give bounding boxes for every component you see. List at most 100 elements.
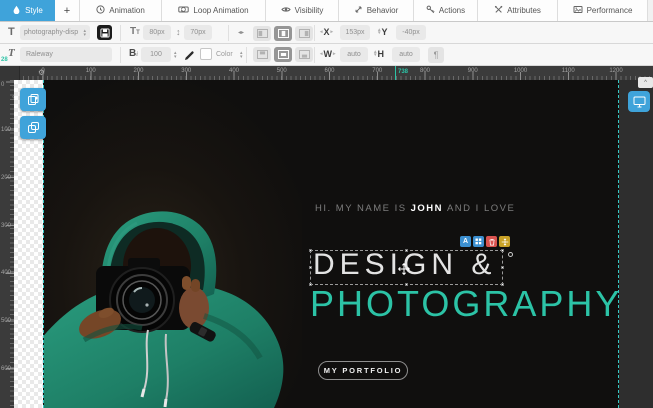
tab-label: Actions [439, 6, 465, 15]
width-field[interactable]: auto [340, 47, 368, 62]
resize-handle-nw[interactable] [309, 249, 312, 252]
preview-desktop-button[interactable] [628, 91, 650, 112]
text-style-toolbar: T photography-disp ▴▾ TT 80px ↕ 70px ◂▸ … [0, 22, 653, 44]
trash-icon [488, 238, 496, 246]
align-right-button[interactable] [295, 26, 313, 41]
hero-photo-photographer[interactable] [44, 80, 302, 408]
font-weight-icon: Bi [129, 48, 138, 59]
my-portfolio-button[interactable]: MY PORTFOLIO [318, 361, 408, 380]
tools-icon [494, 5, 503, 16]
design-stage: ‹ ^ [14, 80, 653, 408]
text-style-label: T [8, 26, 15, 38]
valign-top-icon [257, 50, 268, 59]
resize-handle-s[interactable] [405, 283, 408, 286]
delete-button[interactable] [486, 236, 497, 247]
font-weight-field[interactable]: 100 [141, 47, 171, 62]
align-center-icon [278, 29, 289, 38]
x-position-field[interactable]: 153px [340, 25, 370, 40]
font-toolbar: T Raleway Bi 100 ▴▾ Color ▴▾ ◂W▸ auto ▴▾… [0, 44, 653, 66]
select-stepper-icon: ▴▾ [83, 29, 86, 37]
website-page-canvas[interactable]: HI. MY NAME ISJOHNAND I LOVE A DESIGN & [43, 80, 619, 408]
tab-add[interactable]: + [55, 0, 80, 21]
font-size-icon: TT [130, 26, 140, 37]
pen-icon[interactable] [184, 48, 195, 66]
valign-top-button[interactable] [253, 47, 271, 62]
line-height-icon: ↕ [176, 27, 181, 37]
rotation-handle[interactable] [508, 252, 513, 257]
ruler-tick-label: 600 [324, 68, 334, 74]
align-left-icon [257, 29, 268, 38]
resize-handle-ne[interactable] [501, 249, 504, 252]
tab-attributes[interactable]: Attributes [478, 0, 558, 21]
resize-handle-se[interactable] [501, 283, 504, 286]
align-left-button[interactable] [253, 26, 271, 41]
line-height-field[interactable]: 70px [184, 25, 212, 40]
collapse-panel-arrow[interactable]: ‹ [12, 92, 15, 101]
tab-behavior[interactable]: Behavior [339, 0, 414, 21]
toolbar-divider [120, 47, 121, 63]
tab-label: Loop Animation [193, 6, 248, 15]
page-settings-gear-icon[interactable]: ⚙ [38, 67, 45, 79]
ink-drop-icon [12, 5, 21, 16]
ruler-tick-label: 300 [181, 68, 191, 74]
toolbar-divider [314, 25, 315, 41]
edit-text-button[interactable]: A [460, 236, 471, 247]
duplicate-button[interactable] [20, 116, 46, 139]
tab-bar-filler [648, 0, 653, 21]
key-icon [426, 5, 435, 16]
ruler-tick-label: 1000 [514, 68, 527, 74]
settings-button[interactable] [473, 236, 484, 247]
tab-loop-animation[interactable]: Loop Animation [162, 0, 266, 21]
toolbar-divider [246, 47, 247, 63]
horizontal-ruler[interactable]: 0 100 200 300 400 500 600 700 800 900 10… [20, 66, 653, 80]
ruler-position-marker [395, 66, 396, 80]
font-size-field[interactable]: 80px [143, 25, 171, 40]
ruler-tick-label: 900 [468, 68, 478, 74]
clock-icon [96, 5, 105, 16]
ruler-tick-label: 100 [86, 68, 96, 74]
ruler-tick-label: 800 [420, 68, 430, 74]
plus-icon: + [64, 5, 70, 17]
y-position-field[interactable]: -40px [396, 25, 426, 40]
toolbar-divider [228, 25, 229, 41]
tab-visibility[interactable]: Visibility [266, 0, 339, 21]
tab-label: Performance [587, 6, 633, 15]
color-swatch[interactable] [200, 48, 212, 60]
image-icon [573, 5, 583, 16]
ruler-tick-label: 300 [1, 223, 11, 229]
paragraph-toggle-button[interactable]: ¶ [428, 47, 444, 63]
diagonal-arrows-icon [354, 5, 363, 16]
heading-photography[interactable]: PHOTOGRAPHY [310, 283, 619, 325]
align-center-button[interactable] [274, 26, 292, 41]
ruler-corner [0, 66, 20, 80]
tab-label: Visibility [295, 6, 324, 15]
valign-middle-button[interactable] [274, 47, 292, 62]
tab-performance[interactable]: Performance [558, 0, 648, 21]
ruler-tick-label: 600 [1, 366, 11, 372]
y-position-label: ▴▾Y [378, 27, 388, 37]
tab-animation[interactable]: Animation [80, 0, 162, 21]
height-field[interactable]: auto [392, 47, 420, 62]
ruler-tick-label: 700 [372, 68, 382, 74]
weight-stepper[interactable]: ▴▾ [174, 51, 177, 59]
tab-actions[interactable]: Actions [414, 0, 478, 21]
add-element-button[interactable] [20, 88, 46, 111]
height-label: ▴▾H [374, 49, 384, 59]
resize-handle-sw[interactable] [309, 283, 312, 286]
tab-style[interactable]: Style [0, 0, 55, 21]
save-style-button[interactable] [97, 25, 112, 40]
hero-intro-text[interactable]: HI. MY NAME ISJOHNAND I LOVE [315, 203, 515, 214]
vertical-ruler[interactable]: 0 100 200 300 400 500 600 [0, 80, 14, 408]
valign-bottom-button[interactable] [295, 47, 313, 62]
loop-icon [178, 5, 189, 16]
resize-handle-e[interactable] [501, 266, 504, 269]
font-family-input[interactable]: Raleway [20, 47, 112, 62]
resize-handle-n[interactable] [405, 249, 408, 252]
collapse-ruler-button[interactable]: ^ [638, 77, 653, 88]
ruler-tick-label: 200 [133, 68, 143, 74]
drag-handle-button[interactable] [499, 236, 510, 247]
move-cursor-icon [398, 263, 410, 275]
text-style-select[interactable]: photography-disp ▴▾ [20, 25, 90, 40]
resize-handle-w[interactable] [309, 266, 312, 269]
tab-label: Style [25, 6, 43, 15]
